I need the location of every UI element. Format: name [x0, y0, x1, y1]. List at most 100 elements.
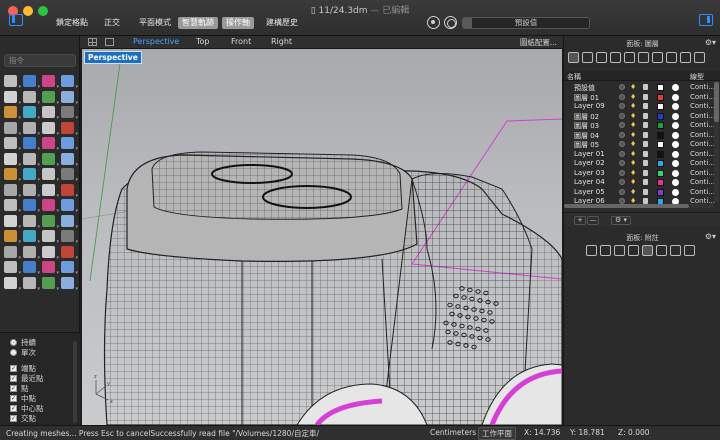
perspective-viewport[interactable]: x y z Perspective: [82, 49, 562, 425]
menu-button-2[interactable]: 平面模式: [135, 17, 175, 29]
lightbulb-icon[interactable]: ♦: [630, 131, 636, 139]
command-input[interactable]: 指令: [4, 54, 76, 67]
layer-name[interactable]: Layer 01: [574, 150, 605, 158]
lock-icon[interactable]: [643, 103, 648, 109]
lock-icon[interactable]: [643, 93, 648, 100]
layer-options-button[interactable]: ⚙ ▾: [611, 216, 631, 225]
tab-perspective[interactable]: Perspective: [133, 37, 179, 46]
curve-control-icon[interactable]: [4, 106, 21, 121]
units-label[interactable]: Centimeters: [430, 428, 476, 437]
rotate-icon[interactable]: [23, 168, 40, 183]
layer-row[interactable]: Layer 05 ♦ Conti...: [564, 188, 715, 198]
layer-row[interactable]: 圖層 02 ♦ Conti...: [564, 112, 715, 122]
extrude-icon[interactable]: [23, 121, 40, 137]
layer-name[interactable]: Layer 09: [574, 102, 605, 110]
layer-linetype[interactable]: Conti...: [690, 159, 715, 167]
layer-linetype[interactable]: Conti...: [690, 188, 715, 196]
loft-icon[interactable]: [23, 137, 40, 152]
layer-state-icon[interactable]: [23, 276, 40, 292]
join-icon[interactable]: [42, 152, 59, 168]
layer-linetype[interactable]: Conti...: [690, 169, 715, 177]
unweld-icon[interactable]: [61, 261, 78, 276]
layer-linetype[interactable]: Conti...: [690, 112, 715, 120]
analyze-curvature-icon[interactable]: [4, 214, 21, 230]
layer-name[interactable]: 圖層 02: [574, 112, 599, 122]
current-layer-icon[interactable]: [619, 84, 625, 90]
layer-visible-icon[interactable]: [619, 141, 625, 147]
osnap-scrollbar[interactable]: [73, 341, 77, 423]
render-icon[interactable]: [4, 230, 21, 245]
offset-curve-icon[interactable]: [61, 106, 78, 121]
rebuild-curve-icon[interactable]: [23, 106, 40, 121]
layer-row[interactable]: 圖層 03 ♦ Conti...: [564, 121, 715, 131]
layer-visible-icon[interactable]: [619, 150, 625, 157]
surface-plane-icon[interactable]: [4, 137, 21, 152]
delete-layer-button[interactable]: —: [587, 216, 599, 225]
sweep-icon[interactable]: [61, 137, 78, 152]
dimension-icon[interactable]: [4, 199, 21, 214]
material-swatch[interactable]: [672, 169, 679, 177]
layer-color-swatch[interactable]: [657, 93, 664, 101]
material-swatch[interactable]: [672, 93, 679, 101]
layer-linetype[interactable]: Conti...: [690, 140, 715, 148]
layer-color-swatch[interactable]: [657, 179, 664, 186]
material-swatch[interactable]: [672, 131, 679, 139]
layer-name[interactable]: Layer 03: [574, 169, 605, 177]
rendered-mode-icon[interactable]: [42, 276, 59, 292]
network-srf-icon[interactable]: [42, 137, 59, 152]
layer-linetype[interactable]: Conti...: [690, 102, 715, 110]
lights-tab-icon[interactable]: [684, 245, 695, 256]
radio-icon[interactable]: [10, 348, 17, 356]
material-swatch[interactable]: [672, 122, 679, 129]
mesh-from-nurbs-icon[interactable]: [23, 261, 40, 276]
draft-angle-icon[interactable]: [42, 214, 59, 230]
osnap-mode-0[interactable]: 持續: [10, 337, 36, 347]
circle-icon[interactable]: [4, 90, 21, 106]
help-tab-icon[interactable]: [624, 52, 635, 63]
materials-tab-icon[interactable]: [670, 245, 681, 256]
add-layer-button[interactable]: +: [574, 216, 586, 225]
cylinder-icon[interactable]: [61, 121, 78, 137]
layer-visible-icon[interactable]: [619, 131, 625, 138]
material-swatch[interactable]: [672, 103, 679, 110]
text-icon[interactable]: [23, 199, 40, 214]
snapshot-icon[interactable]: [4, 276, 21, 292]
layer-linetype[interactable]: Conti...: [690, 93, 715, 101]
properties-tab-icon[interactable]: [582, 52, 593, 63]
array-icon[interactable]: [4, 183, 21, 199]
ungroup-icon[interactable]: [42, 183, 59, 199]
lightbulb-icon[interactable]: ♦: [630, 121, 636, 129]
notes-body[interactable]: [564, 264, 720, 425]
layer-visible-icon[interactable]: [619, 103, 625, 109]
named-view-icon[interactable]: [61, 230, 78, 245]
rendering-tab-icon[interactable]: [652, 52, 663, 63]
lock-icon[interactable]: [643, 160, 648, 166]
viewport-name-label[interactable]: Perspective: [84, 51, 142, 64]
material-swatch[interactable]: [672, 188, 679, 196]
boolean-union-icon[interactable]: [4, 152, 21, 168]
rendering-tab-icon[interactable]: [656, 245, 667, 256]
layer-row[interactable]: Layer 09 ♦ Conti...: [564, 102, 715, 112]
notes-tab-icon[interactable]: [642, 245, 653, 256]
flow-icon[interactable]: [42, 245, 59, 261]
lightbulb-icon[interactable]: ♦: [630, 83, 636, 91]
osnap-mode-1[interactable]: 單次: [10, 347, 36, 357]
point-cloud-icon[interactable]: [23, 75, 40, 90]
display-tab-icon[interactable]: [610, 52, 621, 63]
lightbulb-icon[interactable]: ♦: [630, 93, 636, 101]
lightbulb-icon[interactable]: ♦: [630, 102, 636, 110]
layer-color-swatch[interactable]: [657, 103, 664, 110]
lightbulb-icon[interactable]: ♦: [630, 140, 636, 148]
layer-linetype[interactable]: Conti...: [690, 150, 715, 158]
layer-row[interactable]: Layer 01 ♦ Conti...: [564, 150, 715, 160]
material-swatch[interactable]: [672, 112, 679, 120]
layer-row[interactable]: Layer 02 ♦ Conti...: [564, 159, 715, 169]
layer-visible-icon[interactable]: [619, 179, 625, 185]
left-sidebar-toggle-icon[interactable]: [9, 14, 23, 26]
trim-icon[interactable]: [61, 152, 78, 168]
layer-linetype[interactable]: Conti...: [690, 178, 715, 186]
materials-tab-icon[interactable]: [666, 52, 677, 63]
menu-button-0[interactable]: 鎖定格點: [52, 17, 92, 29]
layer-color-swatch[interactable]: [657, 84, 664, 91]
gear-icon[interactable]: ⚙▾: [705, 38, 716, 47]
